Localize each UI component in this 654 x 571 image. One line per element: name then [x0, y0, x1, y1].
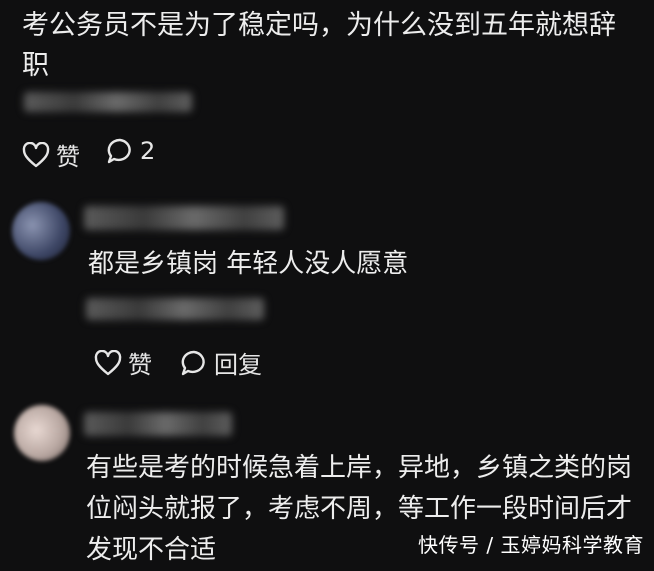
post-comment-button[interactable]: 2 — [106, 137, 155, 165]
comment-reply-button[interactable]: 回复 — [180, 345, 262, 380]
like-label: 赞 — [56, 143, 80, 171]
commenter-name-blurred — [84, 412, 232, 436]
comment-text: 都是乡镇岗 年轻人没人愿意 — [88, 249, 409, 279]
comment-count: 2 — [140, 137, 156, 165]
comment-like-button[interactable]: 赞 — [94, 345, 152, 380]
watermark: 快传号 / 玉婷妈科学教育 — [418, 533, 644, 557]
heart-icon — [94, 349, 122, 376]
comment-meta-blurred — [86, 298, 264, 320]
reply-label: 回复 — [214, 351, 262, 379]
post-meta-blurred — [24, 92, 192, 112]
like-label: 赞 — [128, 351, 152, 379]
comment-bubble-icon — [106, 137, 134, 165]
heart-icon — [22, 141, 50, 168]
post-like-button[interactable]: 赞 — [22, 137, 80, 172]
post-text: 考公务员不是为了稳定吗，为什么没到五年就想辞职 — [22, 10, 616, 81]
comment-bubble-icon — [180, 349, 208, 377]
avatar[interactable] — [12, 202, 70, 260]
avatar[interactable] — [14, 405, 70, 461]
commenter-name-blurred — [84, 206, 284, 230]
